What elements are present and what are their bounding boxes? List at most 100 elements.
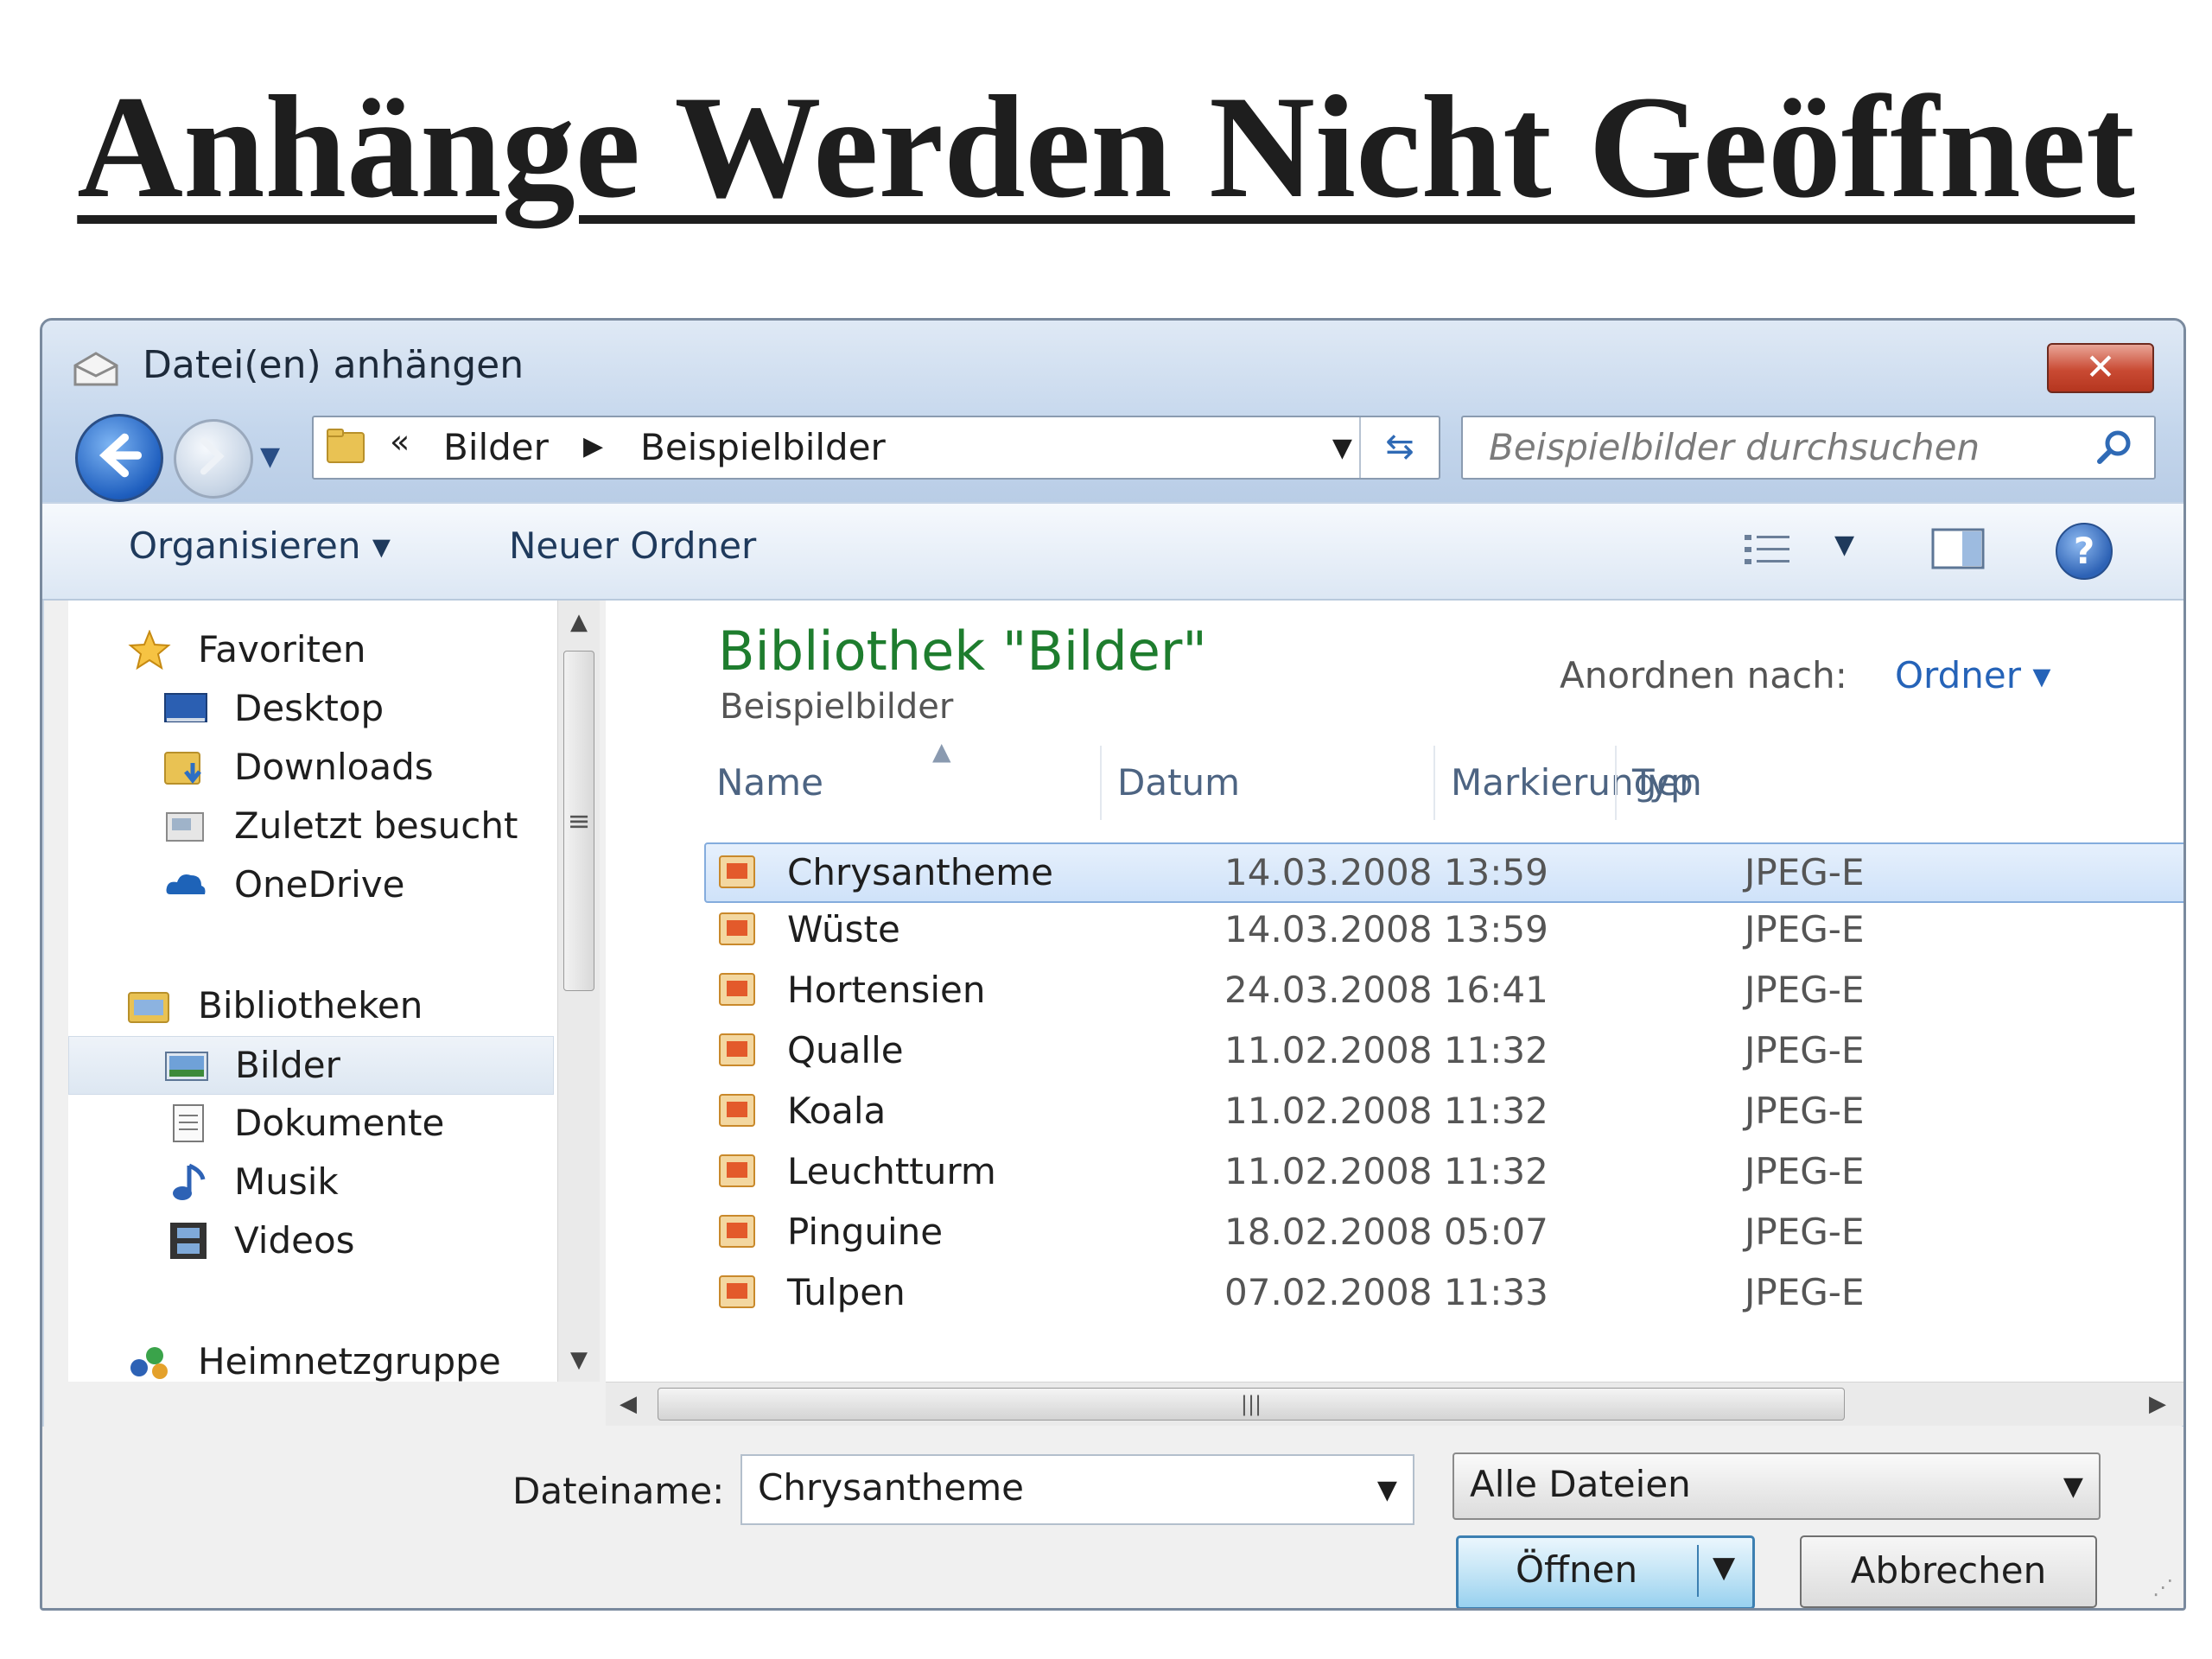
nav-item-musik[interactable]: Musik (68, 1154, 552, 1211)
arrange-by-dropdown[interactable]: Ordner ▾ (1895, 654, 2050, 696)
file-row[interactable]: Leuchtturm 11.02.2008 11:32 JPEG-E (706, 1143, 2183, 1200)
search-input[interactable]: Beispielbilder durchsuchen (1489, 426, 1980, 468)
filename-field[interactable]: Chrysantheme ▼ (741, 1454, 1414, 1525)
folder-icon (327, 429, 365, 463)
file-type: JPEG-E (1745, 1271, 1865, 1313)
file-name: Tulpen (787, 1271, 906, 1313)
open-options-dropdown-icon[interactable]: ▼ (1713, 1550, 1735, 1585)
filename-history-dropdown-icon[interactable]: ▼ (1377, 1475, 1397, 1505)
file-row[interactable]: Qualle 11.02.2008 11:32 JPEG-E (706, 1022, 2183, 1079)
cancel-button[interactable]: Abbrechen (1800, 1535, 2097, 1608)
scroll-right-arrow-icon[interactable]: ▶ (2149, 1382, 2166, 1426)
file-date: 07.02.2008 11:33 (1224, 1271, 1548, 1313)
nav-item-heimnetzgruppe[interactable]: Heimnetzgruppe (68, 1333, 552, 1382)
column-header-datum[interactable]: Datum (1100, 746, 1432, 820)
breadcrumb-beispielbilder[interactable]: Beispielbilder (640, 426, 886, 468)
envelope-icon (73, 352, 118, 386)
forward-button[interactable] (174, 419, 253, 499)
film-icon (170, 1223, 207, 1259)
organize-menu[interactable]: Organisieren ▾ (129, 524, 391, 567)
view-options-dropdown-icon[interactable]: ▼ (1834, 530, 1854, 560)
filename-value[interactable]: Chrysantheme (758, 1466, 1024, 1509)
star-icon (128, 630, 171, 670)
file-row[interactable]: Pinguine 18.02.2008 05:07 JPEG-E (706, 1204, 2183, 1261)
onedrive-cloud-icon (166, 874, 206, 894)
new-folder-button[interactable]: Neuer Ordner (509, 524, 756, 567)
open-button[interactable]: Öffnen ▼ (1456, 1535, 1755, 1608)
file-date: 14.03.2008 13:59 (1224, 908, 1548, 950)
file-row[interactable]: Koala 11.02.2008 11:32 JPEG-E (706, 1083, 2183, 1140)
desktop-icon (164, 693, 207, 722)
file-row[interactable]: Chrysantheme 14.03.2008 13:59 JPEG-E (704, 842, 2183, 903)
file-date: 24.03.2008 16:41 (1224, 969, 1548, 1011)
search-icon[interactable] (2095, 428, 2133, 466)
file-row[interactable]: Wüste 14.03.2008 13:59 JPEG-E (706, 901, 2183, 958)
file-name: Wüste (787, 908, 900, 950)
nav-label: Zuletzt besucht (234, 804, 518, 847)
breadcrumb-bilder[interactable]: Bilder (443, 426, 549, 468)
nav-item-desktop[interactable]: Desktop (68, 680, 552, 737)
arrange-by-label: Anordnen nach: (1560, 654, 1847, 696)
file-list-horizontal-scrollbar[interactable]: ◀ ||| ▶ (606, 1382, 2183, 1426)
column-header-markierungen[interactable]: Markierungen (1433, 746, 1702, 820)
scroll-up-arrow-icon[interactable]: ▲ (558, 601, 600, 644)
address-bar[interactable]: « Bilder ▶ Beispielbilder ▼ ⇆ (312, 416, 1440, 480)
address-dropdown-icon[interactable]: ▼ (1332, 433, 1352, 463)
scroll-down-arrow-icon[interactable]: ▼ (558, 1338, 600, 1382)
file-row[interactable]: Tulpen 07.02.2008 11:33 JPEG-E (706, 1264, 2183, 1321)
back-button[interactable] (75, 414, 163, 502)
filetype-select[interactable]: Alle Dateien ▼ (1452, 1452, 2101, 1520)
recent-pages-dropdown-icon[interactable]: ▼ (260, 442, 280, 472)
nav-item-bilder[interactable]: Bilder (68, 1036, 554, 1095)
nav-label: Dokumente (234, 1102, 445, 1144)
filetype-dropdown-icon[interactable]: ▼ (2063, 1471, 2083, 1502)
forward-arrow-icon (200, 437, 225, 475)
navigation-scrollbar[interactable]: ▲ ≡ ▼ (557, 601, 600, 1382)
preview-pane-icon[interactable] (1931, 528, 1985, 569)
scrollbar-thumb[interactable]: ≡ (563, 651, 594, 991)
close-button[interactable]: ✕ (2047, 343, 2154, 393)
column-header-typ[interactable]: Typ (1615, 746, 1805, 820)
file-date: 11.02.2008 11:32 (1224, 1090, 1548, 1132)
file-name: Leuchtturm (787, 1150, 996, 1192)
jpeg-image-icon (719, 1033, 755, 1066)
file-name: Chrysantheme (787, 851, 1053, 893)
help-button[interactable]: ? (2056, 523, 2113, 580)
jpeg-image-icon (719, 855, 755, 888)
nav-label: Bilder (235, 1044, 340, 1086)
page-title: Anhänge Werden Nicht Geöffnet (77, 66, 2135, 228)
open-button-label: Öffnen (1516, 1548, 1638, 1591)
dialog-footer: Dateiname: Chrysantheme ▼ Alle Dateien ▼… (42, 1427, 2183, 1608)
file-name: Koala (787, 1090, 887, 1132)
file-name: Hortensien (787, 969, 986, 1011)
scrollbar-thumb[interactable]: ||| (658, 1388, 1845, 1421)
nav-label: Desktop (234, 687, 385, 729)
nav-item-onedrive[interactable]: OneDrive (68, 856, 552, 913)
view-details-icon[interactable] (1743, 531, 1793, 568)
jpeg-image-icon (719, 973, 755, 1006)
recent-places-icon (166, 812, 204, 842)
search-box[interactable]: Beispielbilder durchsuchen (1461, 416, 2156, 480)
scroll-left-arrow-icon[interactable]: ◀ (620, 1382, 637, 1426)
breadcrumb-separator-icon[interactable]: ▶ (583, 431, 603, 461)
column-header-name[interactable]: Name (701, 746, 1098, 820)
refresh-icon[interactable]: ⇆ (1359, 417, 1439, 478)
address-overflow[interactable]: « (390, 423, 410, 461)
resize-grip-icon[interactable]: ⋰ (2152, 1575, 2173, 1599)
file-row[interactable]: Hortensien 24.03.2008 16:41 JPEG-E (706, 962, 2183, 1019)
navigation-pane: Favoriten Desktop Downloads Zuletzt besu… (68, 601, 583, 1382)
nav-item-zuletzt-besucht[interactable]: Zuletzt besucht (68, 798, 552, 855)
nav-item-favoriten[interactable]: Favoriten (68, 621, 552, 678)
split-divider (1697, 1545, 1699, 1597)
nav-item-dokumente[interactable]: Dokumente (68, 1095, 552, 1152)
file-type: JPEG-E (1745, 1211, 1865, 1253)
file-type: JPEG-E (1745, 1150, 1865, 1192)
dialog-titlebar: Datei(en) anhängen ✕ ▼ « Bilder ▶ Beispi… (42, 321, 2183, 502)
jpeg-image-icon (719, 1275, 755, 1308)
nav-label: Videos (234, 1219, 355, 1262)
nav-item-downloads[interactable]: Downloads (68, 739, 552, 796)
homegroup-icon (130, 1347, 168, 1379)
nav-item-bibliotheken[interactable]: Bibliotheken (68, 977, 552, 1034)
nav-item-videos[interactable]: Videos (68, 1212, 552, 1269)
file-date: 14.03.2008 13:59 (1224, 851, 1548, 893)
